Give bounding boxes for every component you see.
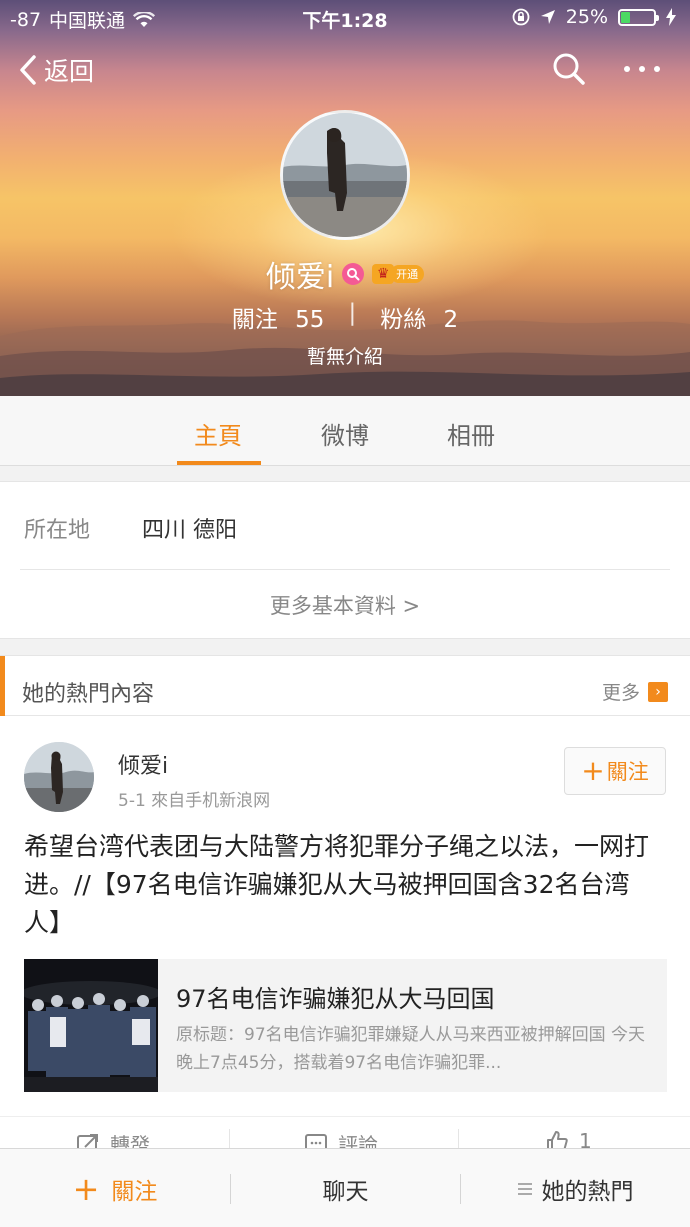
nav-bar: 返回 [0, 48, 690, 96]
search-badge-icon[interactable] [342, 263, 365, 285]
followers-stat[interactable]: 粉絲 2 [380, 300, 458, 334]
profile-intro: 暫無介紹 [306, 346, 383, 368]
status-bar: -87 中国联通 下午1:28 25% [0, 0, 690, 36]
back-button[interactable]: 返回 [18, 52, 94, 88]
hot-more-link[interactable]: 更多 › [602, 678, 668, 705]
rotation-lock-icon [512, 8, 530, 26]
avatar-photo [283, 113, 407, 237]
location-label: 所在地 [24, 518, 91, 543]
follow-label: 關注 [111, 1178, 158, 1205]
hot-content-card: 她的熱門內容 更多 › 倾爱i 5-1 來自手机新浪网 + 關注 希望台湾代表团… [0, 655, 690, 1159]
chat-label: 聊天 [322, 1178, 369, 1205]
post-author-avatar[interactable] [24, 742, 94, 812]
hot-more-label: 更多 [601, 682, 640, 704]
menu-icon [517, 1182, 532, 1195]
post-link-card[interactable]: 97名电信诈骗嫌犯从大马回国 原标题：97名电信诈骗犯罪嫌疑人从马来西亚被押解回… [24, 959, 667, 1092]
chevron-left-icon [20, 55, 36, 85]
divider [20, 569, 670, 570]
tab-home[interactable]: 主頁 [194, 416, 242, 451]
post-author-name[interactable]: 倾爱i [118, 748, 168, 780]
post-follow-label: 關注 [606, 760, 649, 784]
location-value: 四川 德阳 [142, 518, 237, 543]
section-accent-bar [0, 656, 5, 716]
battery-percent: 25% [565, 6, 608, 28]
link-thumbnail [24, 959, 158, 1092]
active-tab-indicator [177, 461, 261, 465]
avatar-photo [24, 742, 94, 812]
hot-content-title: 她的熱門內容 [22, 682, 155, 707]
post-follow-button[interactable]: + 關注 [564, 747, 666, 795]
username-row: 倾爱i ♛ 开通 [0, 252, 690, 296]
followers-label: 粉絲 [380, 307, 427, 333]
charging-bolt-icon [666, 8, 676, 26]
tab-weibo[interactable]: 微博 [321, 416, 369, 451]
basic-info-card: 所在地 四川 德阳 更多基本資料 > [0, 481, 690, 639]
follow-button[interactable]: + 關注 [0, 1149, 230, 1227]
vip-badge[interactable]: ♛ 开通 [372, 264, 425, 284]
followers-count: 2 [443, 307, 459, 333]
search-button[interactable] [552, 52, 586, 90]
following-stat[interactable]: 關注 55 [232, 300, 325, 334]
following-count: 55 [295, 307, 325, 333]
vip-label: 开通 [390, 265, 425, 283]
following-label: 關注 [231, 307, 278, 333]
profile-stats: 關注 55 | 粉絲 2 [0, 300, 690, 334]
profile-tabs: 主頁 微博 相冊 [0, 396, 690, 466]
tab-album[interactable]: 相冊 [447, 416, 495, 451]
more-button[interactable] [624, 66, 660, 72]
bottom-action-bar: + 關注 聊天 她的熱門 [0, 1148, 690, 1227]
hot-content-header: 她的熱門內容 更多 › [0, 656, 690, 716]
chat-button[interactable]: 聊天 [231, 1149, 460, 1227]
more-basic-info-link[interactable]: 更多基本資料 > [0, 590, 690, 620]
plus-icon: + [72, 1169, 100, 1208]
link-description: 原标题：97名电信诈骗犯罪嫌疑人从马来西亚被押解回国 今天晚上7点45分，搭载着… [176, 1025, 646, 1073]
her-hot-button[interactable]: 她的熱門 [461, 1149, 690, 1227]
her-hot-label: 她的熱門 [541, 1178, 634, 1205]
chevron-right-icon: › [648, 681, 668, 702]
battery-icon [618, 8, 659, 26]
back-label: 返回 [44, 57, 95, 86]
more-dots-icon [624, 66, 630, 72]
search-icon [553, 53, 585, 85]
profile-avatar[interactable] [280, 110, 410, 240]
stats-separator: | [348, 300, 357, 326]
link-title: 97名电信诈骗嫌犯从大马回国 [176, 985, 495, 1013]
profile-name: 倾爱i [265, 260, 335, 295]
location-arrow-icon [540, 10, 555, 24]
post-text: 希望台湾代表团与大陆警方将犯罪分子绳之以法，一网打进。//【97名电信诈骗嫌犯从… [24, 832, 650, 937]
plus-icon: + [581, 754, 605, 787]
post-meta: 5-1 來自手机新浪网 [118, 791, 271, 811]
